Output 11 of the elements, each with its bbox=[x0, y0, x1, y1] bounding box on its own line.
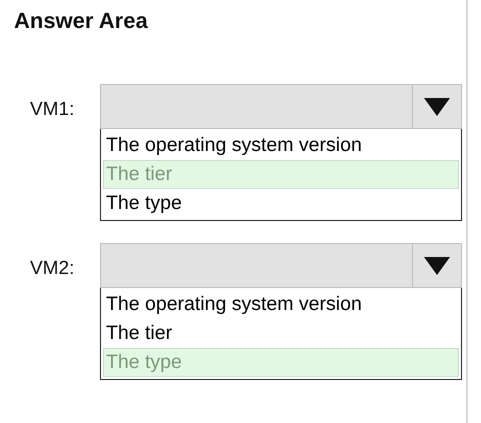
dropdown-field[interactable] bbox=[100, 84, 462, 129]
answer-area-title: Answer Area bbox=[14, 8, 149, 34]
dropdown-option[interactable]: The operating system version bbox=[103, 131, 459, 160]
dropdown-option[interactable]: The tier bbox=[103, 319, 459, 348]
dropdown-field[interactable] bbox=[100, 243, 462, 288]
caret-icon bbox=[424, 256, 450, 274]
dropdown-option[interactable]: The type bbox=[103, 189, 459, 218]
question-label: VM2: bbox=[29, 257, 76, 281]
caret-icon bbox=[424, 98, 450, 116]
question-label: VM1: bbox=[29, 98, 76, 122]
dropdown-option[interactable]: The operating system version bbox=[103, 290, 459, 319]
